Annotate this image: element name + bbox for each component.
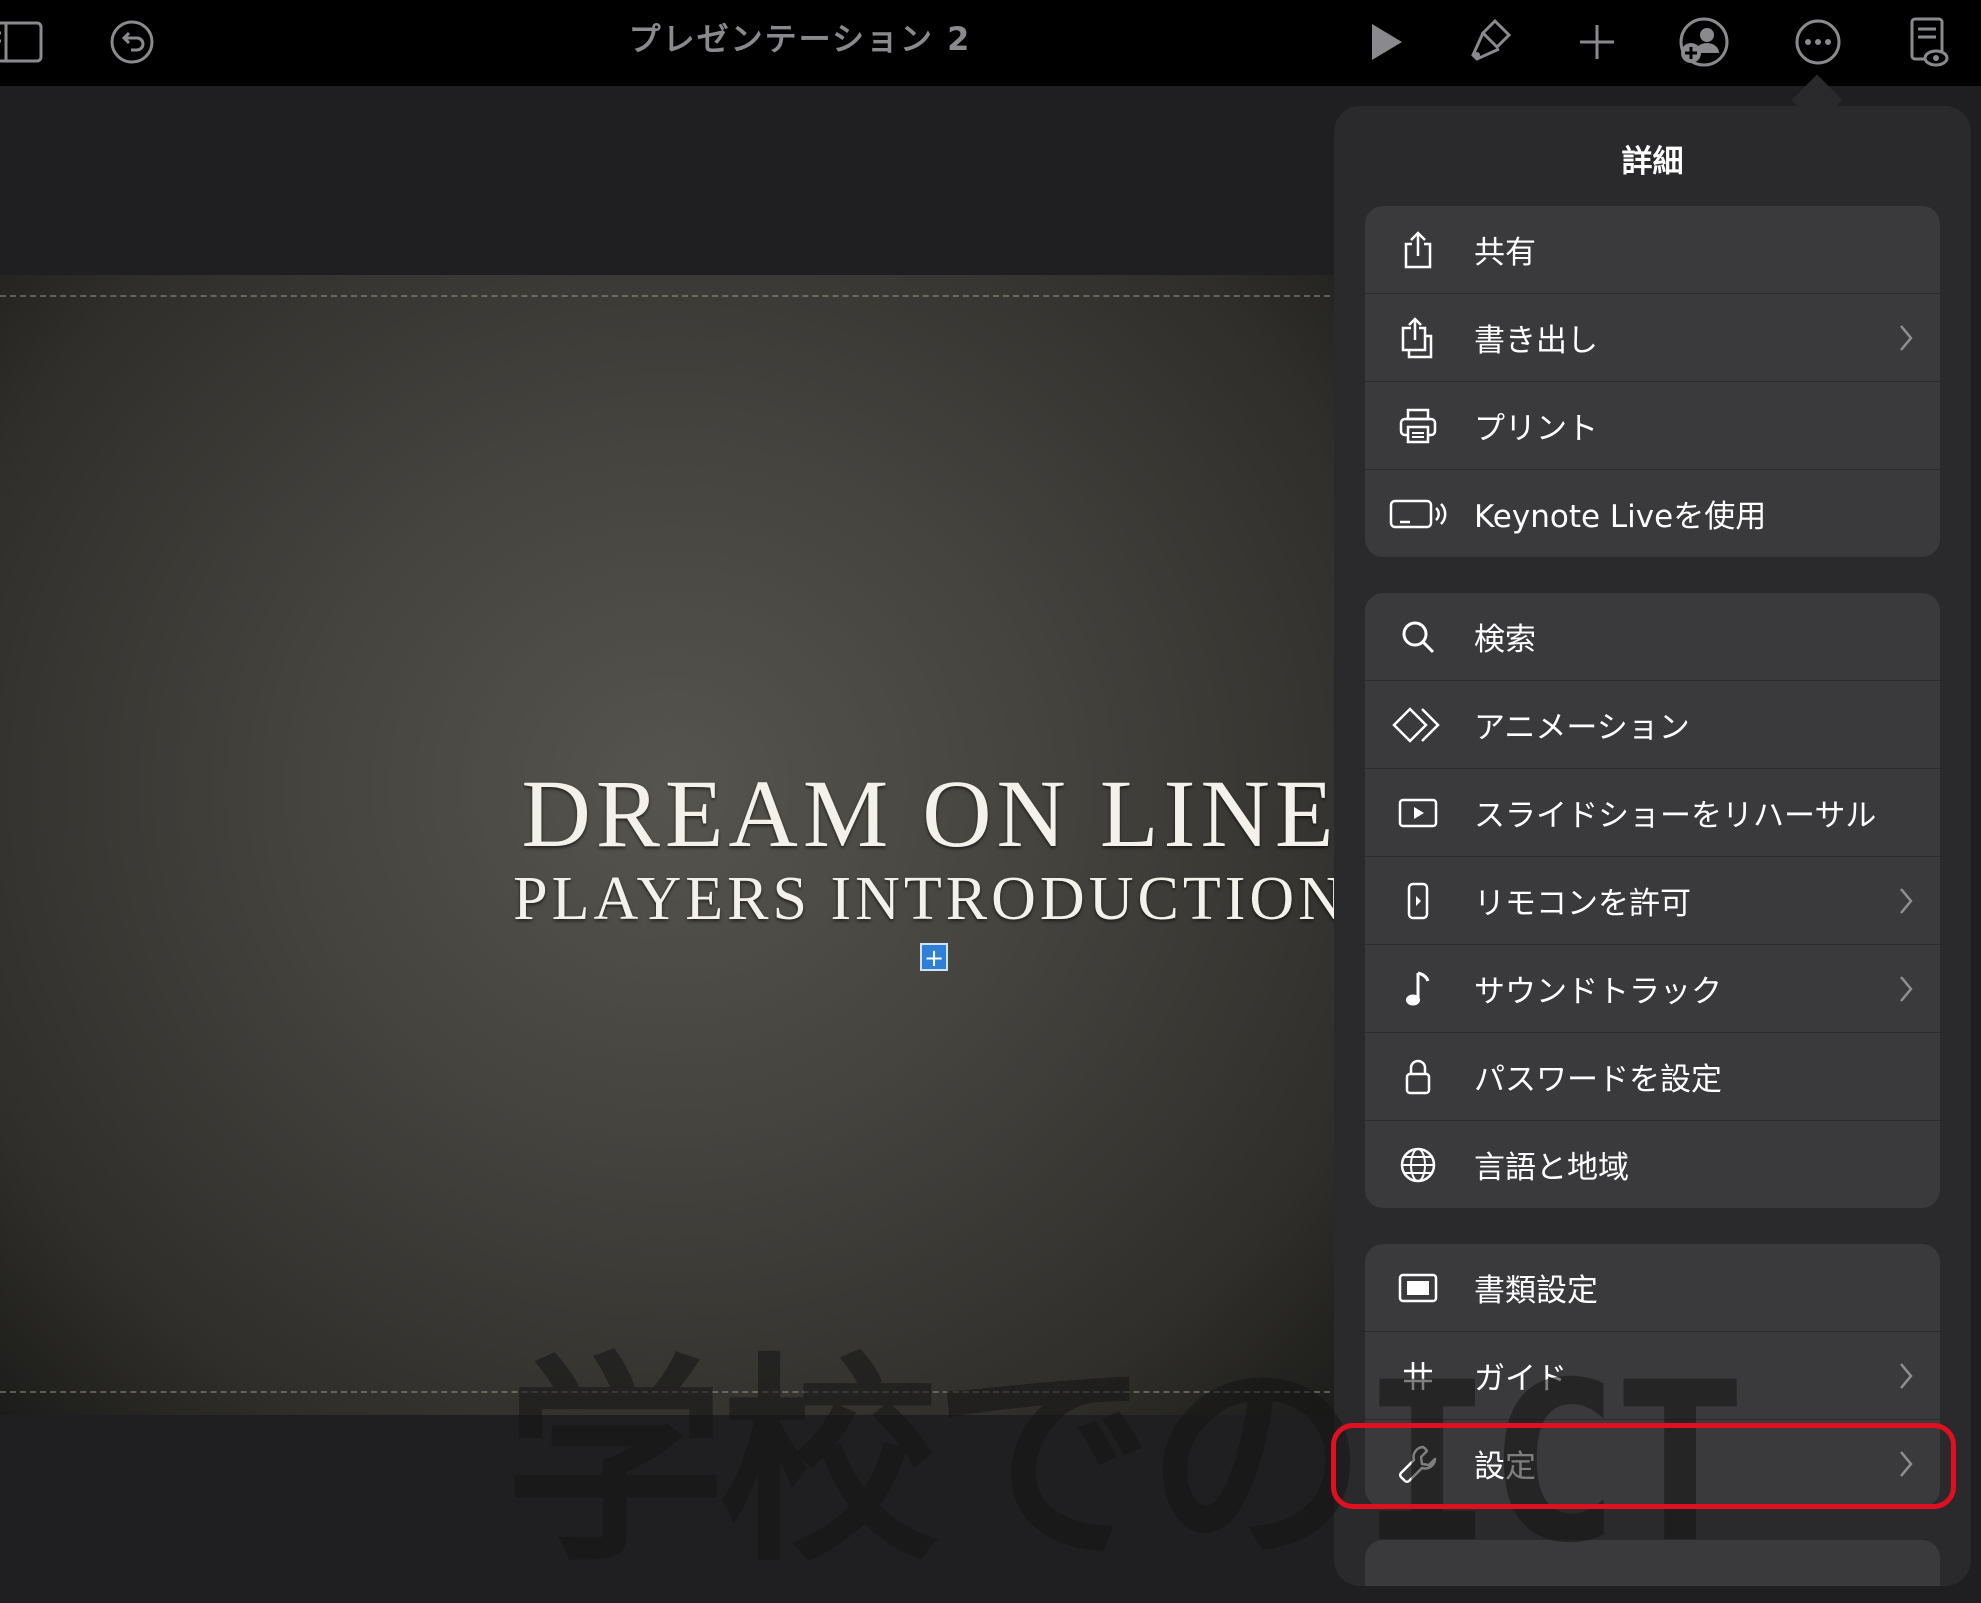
menu-item-export[interactable]: 書き出し bbox=[1365, 294, 1940, 382]
highlight-box bbox=[1331, 1423, 1956, 1509]
play-icon[interactable] bbox=[1356, 12, 1416, 72]
collaborate-icon[interactable] bbox=[1674, 12, 1734, 72]
menu-item-print[interactable]: プリント bbox=[1365, 382, 1940, 470]
menu-item-animation[interactable]: アニメーション bbox=[1365, 681, 1940, 769]
stitch-line bbox=[0, 295, 1340, 297]
chevron-right-icon bbox=[1900, 976, 1913, 1002]
keynote-live-icon bbox=[1383, 470, 1453, 557]
popover-title: 詳細 bbox=[1621, 144, 1684, 180]
animation-icon bbox=[1383, 681, 1453, 768]
menu-item-rehearse[interactable]: スライドショーをリハーサル bbox=[1365, 769, 1940, 857]
menu-item-label: アニメーション bbox=[1474, 710, 1690, 746]
menu-item-remote[interactable]: リモコンを許可 bbox=[1365, 857, 1940, 945]
menu-item-share[interactable]: 共有 bbox=[1365, 206, 1940, 294]
export-icon bbox=[1383, 294, 1453, 381]
menu-item-label: 共有 bbox=[1474, 235, 1536, 271]
rehearse-icon bbox=[1383, 769, 1453, 856]
toolbar: プレゼンテーション 2 bbox=[0, 0, 1981, 86]
menu-item-label: リモコンを許可 bbox=[1474, 886, 1691, 922]
lock-icon bbox=[1383, 1033, 1453, 1120]
menu-item-password[interactable]: パスワードを設定 bbox=[1365, 1033, 1940, 1121]
slide-subtitle[interactable]: PLAYERS INTRODUCTION bbox=[0, 864, 1340, 935]
menu-group: 共有 書き出し プリント Keynote Liveを使用 bbox=[1365, 206, 1940, 557]
menu-item-label: 書き出し bbox=[1474, 323, 1598, 359]
menu-item-search[interactable]: 検索 bbox=[1365, 593, 1940, 681]
chevron-right-icon bbox=[1900, 888, 1913, 914]
add-icon[interactable] bbox=[1567, 12, 1627, 72]
document-view-icon[interactable] bbox=[1898, 12, 1958, 72]
menu-item-label: サウンドトラック bbox=[1474, 974, 1722, 1010]
menu-item-label: スライドショーをリハーサル bbox=[1474, 798, 1877, 834]
more-icon[interactable] bbox=[1788, 12, 1848, 72]
format-brush-icon[interactable] bbox=[1460, 12, 1520, 72]
menu-item-label: 言語と地域 bbox=[1474, 1150, 1629, 1186]
menu-item-label: パスワードを設定 bbox=[1474, 1062, 1722, 1098]
globe-icon bbox=[1383, 1121, 1453, 1208]
add-build-button[interactable]: + bbox=[920, 943, 948, 971]
menu-item-label: Keynote Liveを使用 bbox=[1474, 499, 1767, 535]
slide-title[interactable]: DREAM ON LINE bbox=[0, 758, 1340, 869]
menu-group: 検索 アニメーション スライドショーをリハーサル リモコンを許可 サウンドトラッ… bbox=[1365, 593, 1940, 1208]
menu-item-soundtrack[interactable]: サウンドトラック bbox=[1365, 945, 1940, 1033]
music-note-icon bbox=[1383, 945, 1453, 1032]
menu-item-label: 検索 bbox=[1474, 622, 1536, 658]
share-icon bbox=[1383, 206, 1453, 293]
menu-item-label: プリント bbox=[1474, 411, 1598, 447]
remote-icon bbox=[1383, 857, 1453, 944]
search-icon bbox=[1383, 593, 1453, 680]
chevron-right-icon bbox=[1900, 325, 1913, 351]
chevron-right-icon bbox=[1900, 1363, 1913, 1389]
menu-item-keynote-live[interactable]: Keynote Liveを使用 bbox=[1365, 470, 1940, 557]
printer-icon bbox=[1383, 382, 1453, 469]
slide-canvas[interactable]: DREAM ON LINE PLAYERS INTRODUCTION + bbox=[0, 275, 1340, 1415]
menu-item-language-region[interactable]: 言語と地域 bbox=[1365, 1121, 1940, 1208]
